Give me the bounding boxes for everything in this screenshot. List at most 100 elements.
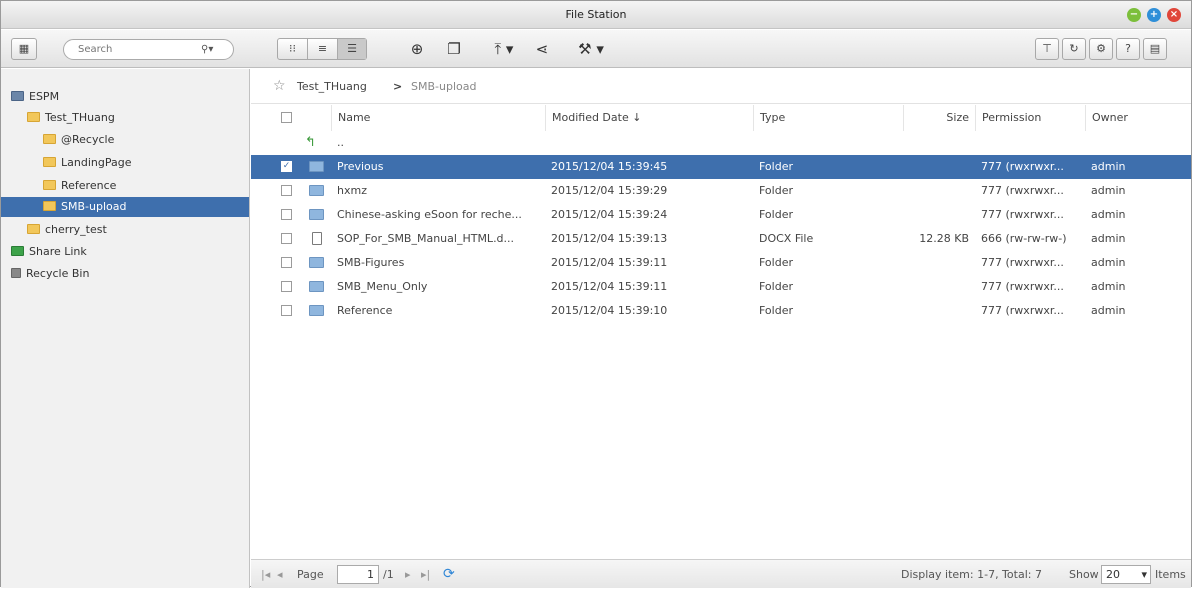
table-row[interactable]: SOP_For_SMB_Manual_HTML.d... 2015/12/04 1… <box>251 227 1191 251</box>
col-modified[interactable]: Modified Date ↓ <box>545 105 753 131</box>
create-folder-icon[interactable]: ⊕ <box>406 38 428 60</box>
cell-type: Folder <box>759 280 793 293</box>
parent-dir-row[interactable]: ↰ .. <box>251 131 1191 155</box>
folder-icon <box>27 224 40 234</box>
sidebar-toggle-icon[interactable]: ▦ <box>11 38 37 60</box>
table-row[interactable]: SMB_Menu_Only 2015/12/04 15:39:11 Folder 77… <box>251 275 1191 299</box>
maximize-icon[interactable]: + <box>1147 8 1161 22</box>
sidebar-item-smb-upload[interactable]: SMB-upload <box>43 197 126 217</box>
cell-permission: 777 (rwxrwxr... <box>981 208 1064 221</box>
cell-owner: admin <box>1091 280 1126 293</box>
sidebar-item-label: Share Link <box>29 245 87 258</box>
sidebar-item-label: SMB-upload <box>61 200 127 213</box>
refresh-list-icon[interactable]: ⟳ <box>443 560 455 589</box>
list-view-icon[interactable]: ≡ <box>308 39 338 59</box>
star-icon[interactable]: ☆ <box>273 69 286 104</box>
cell-type: Folder <box>759 208 793 221</box>
sidebar-item-share-link[interactable]: Share Link <box>11 242 87 262</box>
first-page-icon[interactable]: |◂ <box>261 560 270 589</box>
title-bar: File Station − + × <box>1 1 1191 29</box>
toolbar: ▦ ⚲▾ ⁝⁝ ≡ ☰ ⊕ ❐ ⤒ ▾ ⋖ ⚒ ▾ ⊤ ↻ ⚙ ? ▤ <box>1 30 1191 68</box>
table-row[interactable]: Reference 2015/12/04 15:39:10 Folder 777 (r… <box>251 299 1191 323</box>
row-checkbox[interactable] <box>281 305 292 316</box>
cell-type: DOCX File <box>759 232 814 245</box>
share-icon[interactable]: ⋖ <box>531 38 553 60</box>
breadcrumb-current: SMB-upload <box>411 80 477 93</box>
cell-modified: 2015/12/04 15:39:11 <box>551 256 668 269</box>
sidebar-item-recycle-bin[interactable]: Recycle Bin <box>11 264 89 284</box>
table-row[interactable]: SMB-Figures 2015/12/04 15:39:11 Folder 777 … <box>251 251 1191 275</box>
cell-permission: 777 (rwxrwxr... <box>981 256 1064 269</box>
sidebar-item-label: cherry_test <box>45 223 107 236</box>
cell-name: SMB_Menu_Only <box>337 280 428 293</box>
chevron-down-icon: ▾ <box>1141 568 1147 581</box>
col-type[interactable]: Type <box>753 105 903 131</box>
window-title: File Station <box>565 8 627 21</box>
cell-type: Folder <box>759 256 793 269</box>
tools-icon[interactable]: ⚒ ▾ <box>571 38 611 60</box>
folder-icon <box>309 185 324 196</box>
col-owner[interactable]: Owner <box>1085 105 1191 131</box>
close-icon[interactable]: × <box>1167 8 1181 22</box>
more-icon[interactable]: ▤ <box>1143 38 1167 60</box>
sidebar-item-landingpage[interactable]: LandingPage <box>43 153 131 173</box>
cell-name: Previous <box>337 160 384 173</box>
settings-icon[interactable]: ⚙ <box>1089 38 1113 60</box>
sidebar-item-test-thuang[interactable]: Test_THuang <box>27 108 115 128</box>
pagination-bar: |◂ ◂ Page 1 /1 ▸ ▸| ⟳ Display item: 1-7,… <box>251 559 1191 588</box>
table-row[interactable]: Chinese-asking eSoon for reche... 2015/12… <box>251 203 1191 227</box>
parent-dir-label: .. <box>337 136 344 149</box>
minimize-icon[interactable]: − <box>1127 8 1141 22</box>
row-checkbox[interactable] <box>281 281 292 292</box>
upload-icon[interactable]: ⤒ ▾ <box>486 38 522 60</box>
table-row[interactable]: hxmz 2015/12/04 15:39:29 Folder 777 (rwxrwx… <box>251 179 1191 203</box>
select-all-checkbox[interactable] <box>281 112 292 123</box>
page-input[interactable]: 1 <box>337 565 379 584</box>
cell-owner: admin <box>1091 232 1126 245</box>
col-size[interactable]: Size <box>903 105 975 131</box>
file-station-window: File Station − + × ▦ ⚲▾ ⁝⁝ ≡ ☰ ⊕ ❐ ⤒ ▾ ⋖… <box>0 0 1192 588</box>
cell-modified: 2015/12/04 15:39:13 <box>551 232 668 245</box>
sidebar-item-recycle-folder[interactable]: @Recycle <box>43 130 114 150</box>
row-checkbox[interactable] <box>281 185 292 196</box>
help-icon[interactable]: ? <box>1116 38 1140 60</box>
row-checkbox[interactable] <box>281 233 292 244</box>
sidebar-item-label: LandingPage <box>61 156 132 169</box>
table-row[interactable]: ✓ Previous 2015/12/04 15:39:45 Folder 777 (r… <box>251 155 1191 179</box>
cell-permission: 777 (rwxrwxr... <box>981 304 1064 317</box>
last-page-icon[interactable]: ▸| <box>421 560 430 589</box>
items-label: Items <box>1155 568 1186 581</box>
row-checkbox[interactable]: ✓ <box>281 161 292 172</box>
cell-size <box>903 299 975 323</box>
cell-owner: admin <box>1091 160 1126 173</box>
page-size-select[interactable]: 20 ▾ <box>1101 565 1151 584</box>
display-info: Display item: 1-7, Total: 7 <box>901 568 1042 581</box>
refresh-icon[interactable]: ↻ <box>1062 38 1086 60</box>
cell-name: Chinese-asking eSoon for reche... <box>337 208 522 221</box>
folder-icon <box>43 157 56 167</box>
prev-page-icon[interactable]: ◂ <box>277 560 283 589</box>
filter-icon[interactable]: ⊤ <box>1035 38 1059 60</box>
sidebar-item-label: Recycle Bin <box>26 267 90 280</box>
sidebar-item-cherry-test[interactable]: cherry_test <box>27 220 107 240</box>
sidebar-item-label: ESPM <box>29 90 60 103</box>
sidebar-item-label: @Recycle <box>61 133 115 146</box>
folder-icon <box>309 209 324 220</box>
detail-view-icon[interactable]: ☰ <box>338 39 366 59</box>
copy-icon[interactable]: ❐ <box>443 38 465 60</box>
breadcrumb-parent[interactable]: Test_THuang <box>297 69 367 104</box>
trash-icon <box>11 268 21 278</box>
next-page-icon[interactable]: ▸ <box>405 560 411 589</box>
folder-icon <box>309 161 324 172</box>
row-checkbox[interactable] <box>281 209 292 220</box>
col-name[interactable]: Name <box>331 105 545 131</box>
row-checkbox[interactable] <box>281 257 292 268</box>
search-icon[interactable]: ⚲▾ <box>201 44 213 55</box>
cell-modified: 2015/12/04 15:39:24 <box>551 208 668 221</box>
sidebar-item-espm[interactable]: ESPM <box>11 87 59 107</box>
breadcrumb-separator: > <box>393 80 403 93</box>
col-permission[interactable]: Permission <box>975 105 1085 131</box>
thumbnail-view-icon[interactable]: ⁝⁝ <box>278 39 308 59</box>
cell-permission: 777 (rwxrwxr... <box>981 280 1064 293</box>
sidebar-item-reference[interactable]: Reference <box>43 176 116 196</box>
